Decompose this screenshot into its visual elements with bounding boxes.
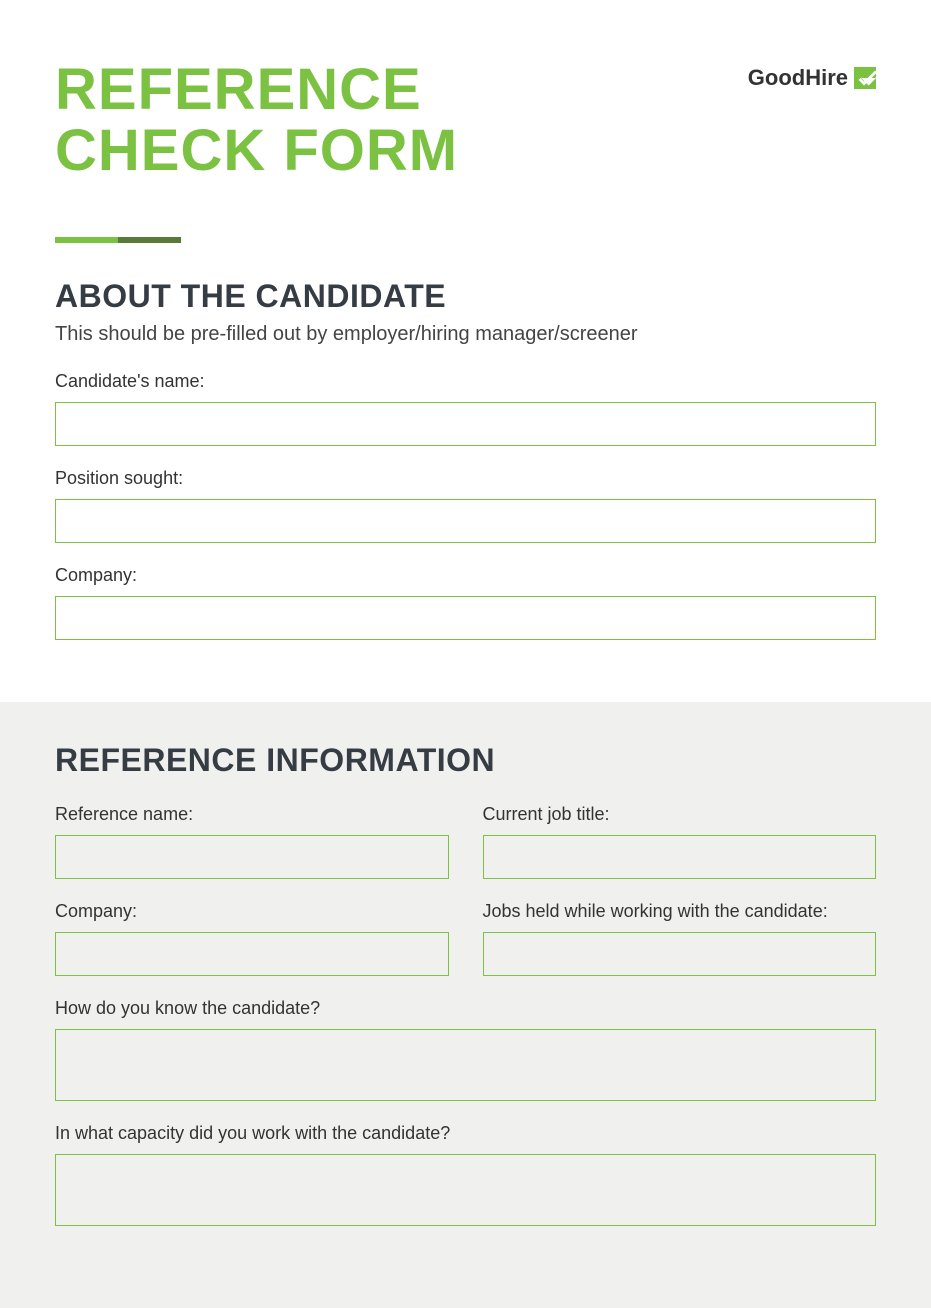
page-header: REFERENCE CHECK FORM GoodHire: [0, 0, 931, 212]
input-reference-company[interactable]: [55, 932, 449, 976]
field-current-title: Current job title:: [483, 804, 877, 879]
field-capacity: In what capacity did you work with the c…: [55, 1123, 876, 1226]
input-jobs-held[interactable]: [483, 932, 877, 976]
section-reference-info: REFERENCE INFORMATION Reference name: Cu…: [0, 702, 931, 1308]
field-reference-name: Reference name:: [55, 804, 449, 879]
field-candidate-company: Company:: [55, 565, 876, 640]
brand-text: GoodHire: [748, 65, 848, 91]
label-capacity: In what capacity did you work with the c…: [55, 1123, 876, 1144]
field-jobs-held: Jobs held while working with the candida…: [483, 901, 877, 976]
section-heading-candidate: ABOUT THE CANDIDATE: [55, 278, 876, 315]
label-how-know: How do you know the candidate?: [55, 998, 876, 1019]
divider-segment-dark: [118, 237, 181, 243]
label-candidate-company: Company:: [55, 565, 876, 586]
page-title: REFERENCE CHECK FORM: [55, 60, 748, 182]
section-heading-reference: REFERENCE INFORMATION: [55, 742, 876, 779]
row-ref-name-title: Reference name: Current job title:: [55, 804, 876, 901]
label-reference-company: Company:: [55, 901, 449, 922]
section-about-candidate: ABOUT THE CANDIDATE This should be pre-f…: [0, 278, 931, 702]
input-capacity[interactable]: [55, 1154, 876, 1226]
section-subhead: This should be pre-filled out by employe…: [55, 323, 876, 346]
field-position-sought: Position sought:: [55, 468, 876, 543]
field-reference-company: Company:: [55, 901, 449, 976]
title-block: REFERENCE CHECK FORM: [55, 60, 748, 182]
input-current-title[interactable]: [483, 835, 877, 879]
input-position-sought[interactable]: [55, 499, 876, 543]
label-jobs-held: Jobs held while working with the candida…: [483, 901, 877, 922]
input-candidate-name[interactable]: [55, 402, 876, 446]
title-divider: [55, 237, 181, 243]
label-current-title: Current job title:: [483, 804, 877, 825]
title-line-1: REFERENCE: [55, 57, 422, 122]
field-candidate-name: Candidate's name:: [55, 371, 876, 446]
field-how-know: How do you know the candidate?: [55, 998, 876, 1101]
label-candidate-name: Candidate's name:: [55, 371, 876, 392]
row-company-jobs: Company: Jobs held while working with th…: [55, 901, 876, 998]
divider-segment-light: [55, 237, 118, 243]
brand-logo: GoodHire: [748, 65, 876, 91]
input-candidate-company[interactable]: [55, 596, 876, 640]
input-how-know[interactable]: [55, 1029, 876, 1101]
input-reference-name[interactable]: [55, 835, 449, 879]
title-line-2: CHECK FORM: [55, 118, 458, 183]
label-position-sought: Position sought:: [55, 468, 876, 489]
checkmark-icon: [854, 67, 876, 89]
label-reference-name: Reference name:: [55, 804, 449, 825]
